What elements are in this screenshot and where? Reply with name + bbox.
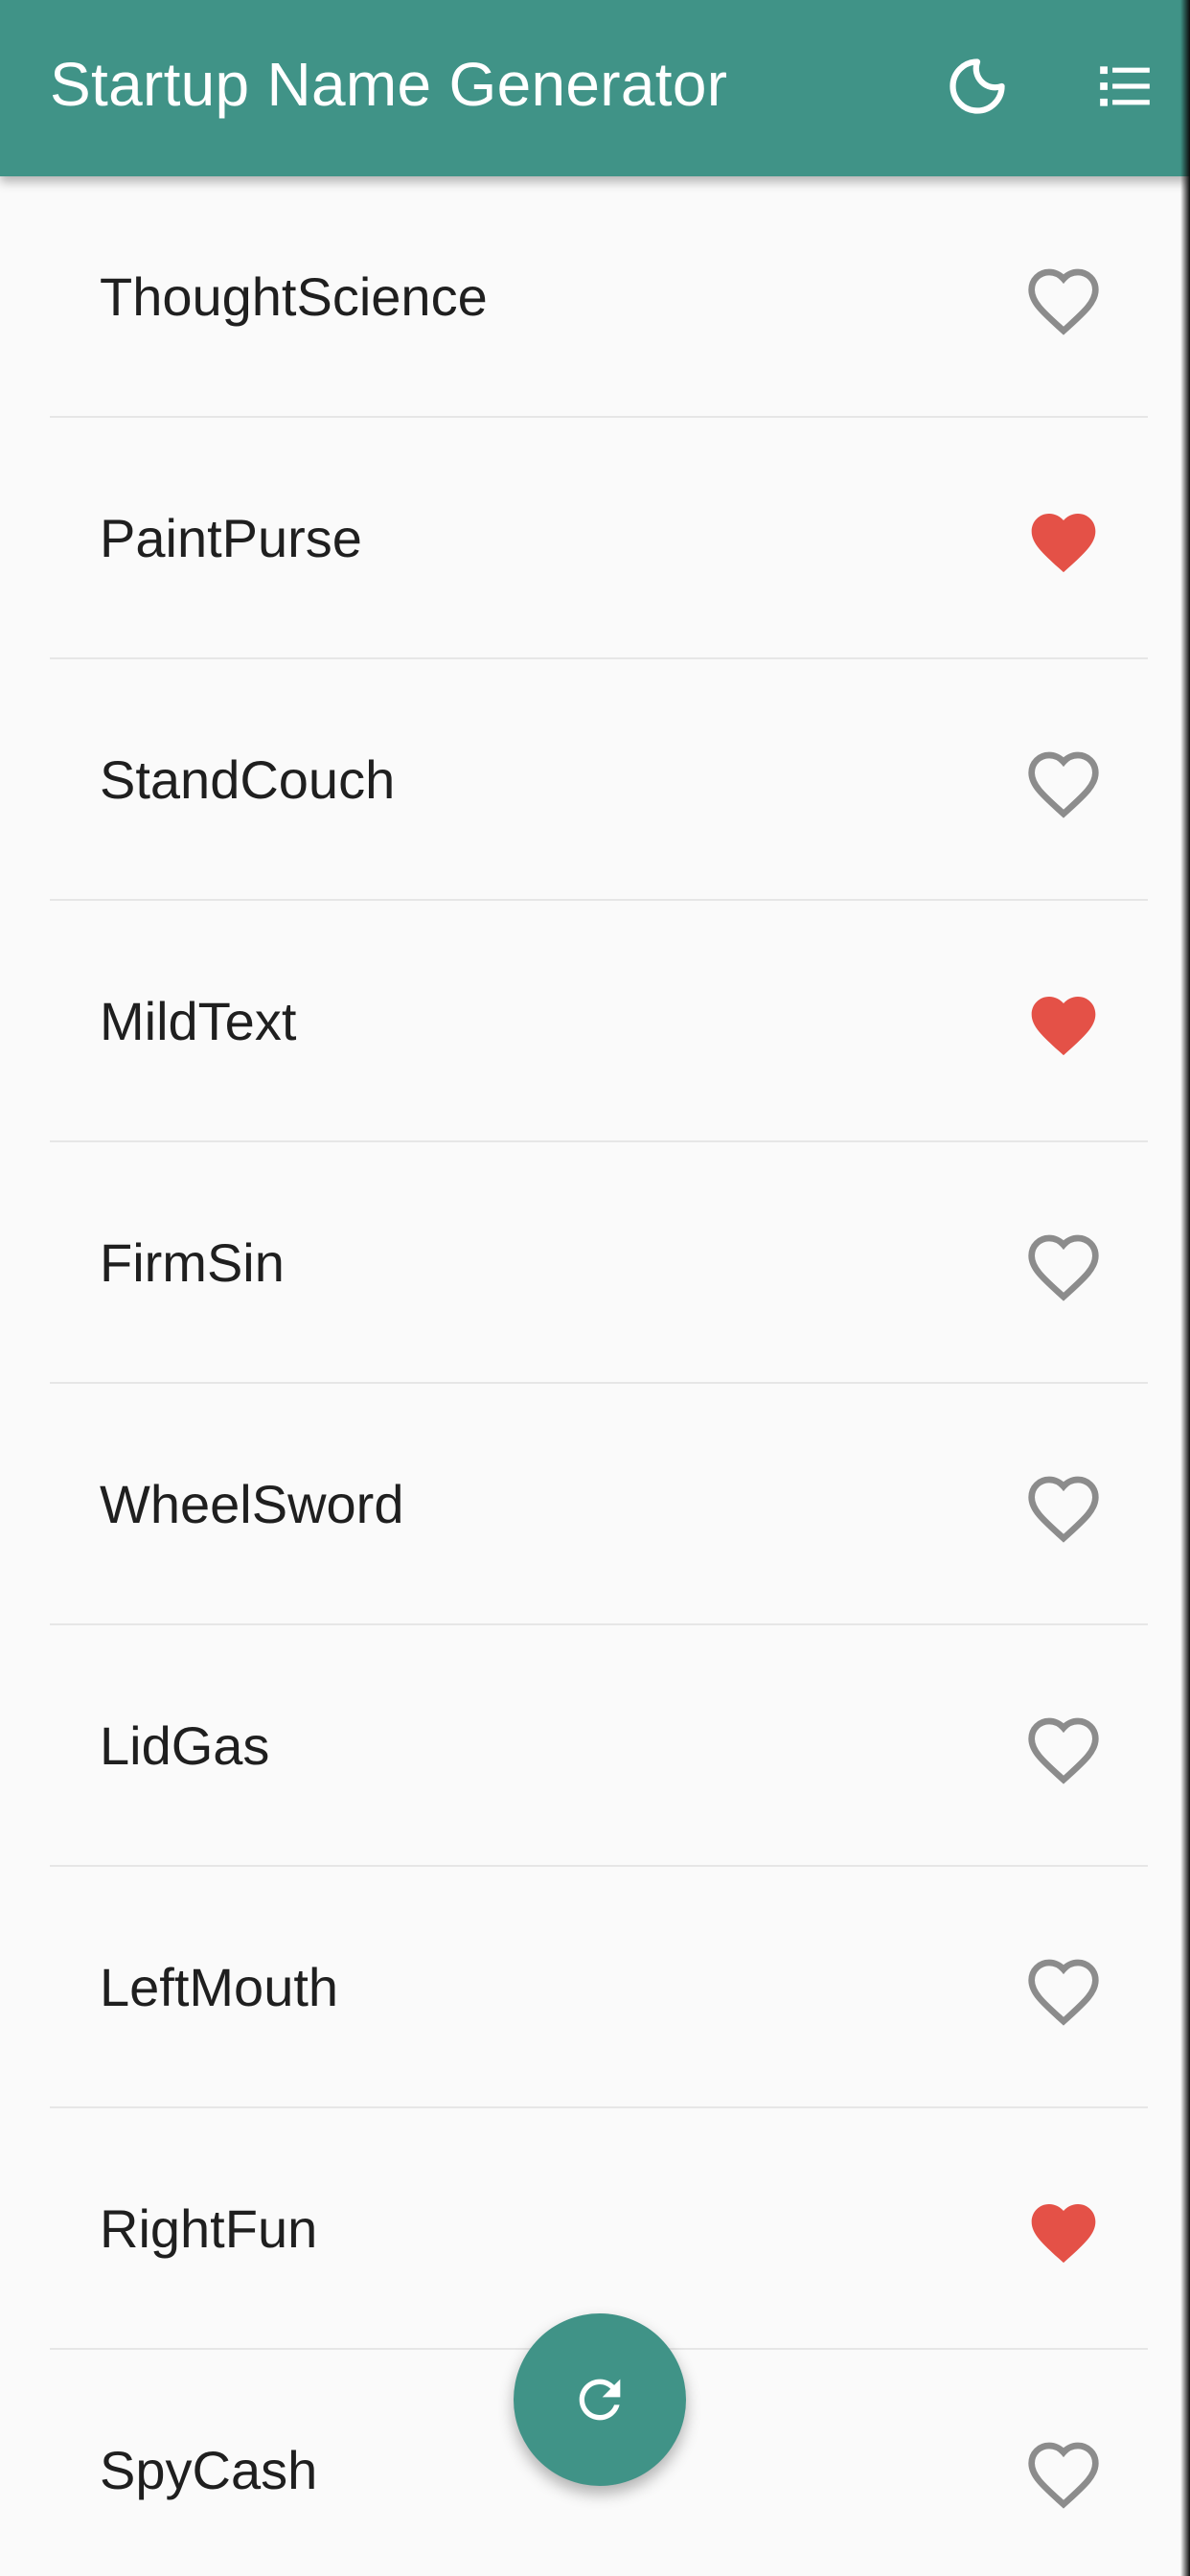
suggestion-row[interactable]: LeftMouth bbox=[0, 1867, 1190, 2108]
suggestion-row[interactable]: WheelSword bbox=[0, 1384, 1190, 1625]
heart-outline-icon bbox=[1028, 2442, 1099, 2509]
heart-filled-icon bbox=[1031, 514, 1096, 573]
screen-edge bbox=[1180, 0, 1190, 2576]
moon-icon bbox=[950, 58, 1005, 114]
app-bar: Startup Name Generator bbox=[0, 0, 1190, 176]
suggestion-name: PaintPurse bbox=[100, 508, 362, 568]
saved-list-button[interactable] bbox=[1079, 40, 1171, 132]
heart-outline-icon bbox=[1028, 1234, 1099, 1301]
heart-outline-icon bbox=[1028, 268, 1099, 335]
list-icon bbox=[1100, 66, 1150, 106]
heart-filled-icon bbox=[1031, 2204, 1096, 2264]
suggestion-name: LeftMouth bbox=[100, 1957, 339, 2017]
suggestion-name: StandCouch bbox=[100, 749, 396, 810]
suggestion-row[interactable]: MildText bbox=[0, 901, 1190, 1142]
theme-toggle-button[interactable] bbox=[931, 40, 1023, 132]
suggestion-name: WheelSword bbox=[100, 1474, 404, 1534]
suggestion-name: MildText bbox=[100, 991, 297, 1051]
heart-outline-icon bbox=[1028, 1476, 1099, 1543]
suggestion-name: SpyCash bbox=[100, 2440, 318, 2500]
suggestion-name: FirmSin bbox=[100, 1232, 285, 1293]
suggestion-row[interactable]: StandCouch bbox=[0, 659, 1190, 901]
suggestion-name: LidGas bbox=[100, 1715, 270, 1776]
suggestion-row[interactable]: PaintPurse bbox=[0, 418, 1190, 659]
refresh-button[interactable] bbox=[514, 2313, 686, 2486]
suggestion-row[interactable]: FirmSin bbox=[0, 1142, 1190, 1384]
refresh-icon bbox=[579, 2379, 621, 2421]
suggestion-row[interactable]: ThoughtScience bbox=[0, 176, 1190, 418]
app-screen: Startup Name Generator ThoughtScience Pai… bbox=[0, 0, 1190, 2576]
heart-filled-icon bbox=[1031, 997, 1096, 1056]
suggestion-name: RightFun bbox=[100, 2198, 318, 2259]
app-title: Startup Name Generator bbox=[50, 50, 728, 119]
heart-outline-icon bbox=[1028, 751, 1099, 818]
suggestion-list: ThoughtScience PaintPurse StandCouch MildTe… bbox=[0, 176, 1190, 2576]
suggestion-row[interactable]: LidGas bbox=[0, 1625, 1190, 1867]
heart-outline-icon bbox=[1028, 1959, 1099, 2026]
heart-outline-icon bbox=[1028, 1717, 1099, 1784]
suggestion-name: ThoughtScience bbox=[100, 266, 488, 327]
